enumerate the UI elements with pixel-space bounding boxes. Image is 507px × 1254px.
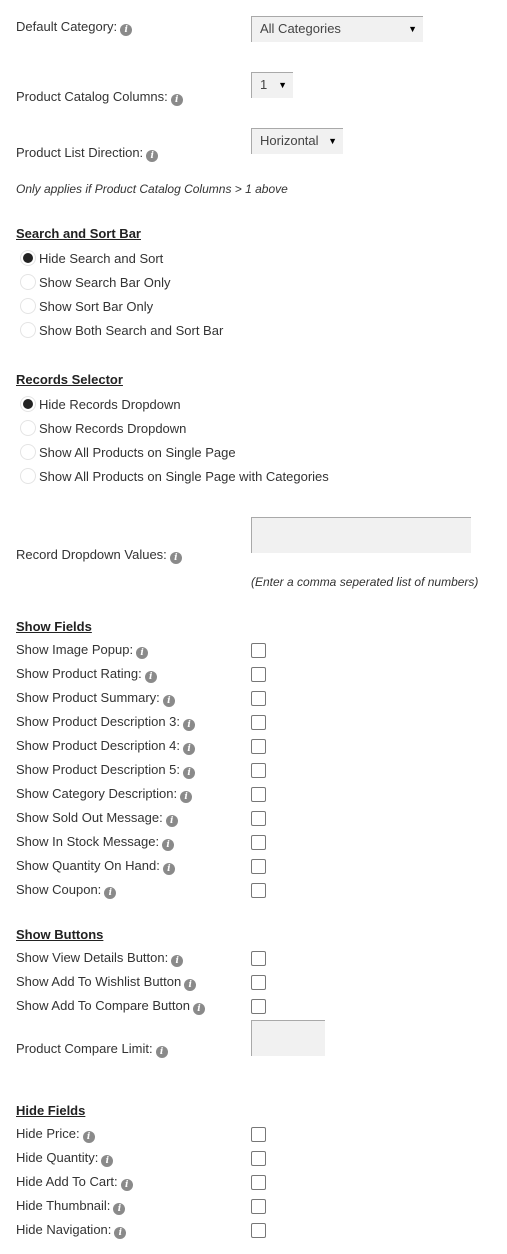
field-checkbox[interactable] bbox=[251, 643, 266, 658]
radio-label[interactable]: Show Sort Bar Only bbox=[39, 299, 153, 315]
info-icon[interactable]: i bbox=[114, 1227, 127, 1239]
field-checkbox[interactable] bbox=[251, 739, 266, 754]
info-icon[interactable]: i bbox=[101, 1155, 114, 1167]
record-dropdown-values-label: Record Dropdown Values: i bbox=[16, 547, 182, 564]
list-direction-select[interactable]: Horizontal ▼ bbox=[251, 128, 343, 154]
default-category-select[interactable]: All Categories ▼ bbox=[251, 16, 423, 42]
list-direction-label: Product List Direction: i bbox=[16, 145, 159, 162]
field-label: Hide Quantity: i bbox=[16, 1150, 114, 1167]
info-icon[interactable]: i bbox=[113, 1203, 126, 1215]
field-label: Show Category Description: i bbox=[16, 786, 193, 803]
info-icon[interactable]: i bbox=[184, 979, 197, 991]
field-label: Hide Price: i bbox=[16, 1126, 95, 1143]
field-checkbox[interactable] bbox=[251, 1223, 266, 1238]
product-compare-limit-label: Product Compare Limit: i bbox=[16, 1041, 168, 1058]
field-checkbox[interactable] bbox=[251, 883, 266, 898]
info-icon[interactable]: i bbox=[171, 955, 184, 967]
info-icon[interactable]: i bbox=[192, 1003, 205, 1015]
chevron-down-icon: ▼ bbox=[408, 24, 417, 34]
radio-label[interactable]: Hide Records Dropdown bbox=[39, 397, 181, 413]
field-label: Hide Navigation: i bbox=[16, 1222, 127, 1239]
field-checkbox[interactable] bbox=[251, 1151, 266, 1166]
radio-label[interactable]: Show All Products on Single Page with Ca… bbox=[39, 469, 329, 485]
records-radio[interactable] bbox=[20, 420, 36, 436]
field-label: Show Add To Compare Button i bbox=[16, 998, 205, 1015]
info-icon[interactable]: i bbox=[144, 671, 157, 683]
field-label: Hide Add To Cart: i bbox=[16, 1174, 133, 1191]
info-icon[interactable]: i bbox=[162, 839, 175, 851]
search-sort-radio[interactable] bbox=[20, 322, 36, 338]
search-sort-radio[interactable] bbox=[20, 298, 36, 314]
field-checkbox[interactable] bbox=[251, 1175, 266, 1190]
field-label: Show Product Summary: i bbox=[16, 690, 175, 707]
field-label: Hide Thumbnail: i bbox=[16, 1198, 126, 1215]
search-sort-radio[interactable] bbox=[20, 274, 36, 290]
info-icon[interactable]: i bbox=[183, 767, 196, 779]
catalog-columns-label: Product Catalog Columns: i bbox=[16, 89, 183, 106]
show-buttons-heading: Show Buttons bbox=[16, 927, 104, 942]
info-icon[interactable]: i bbox=[169, 552, 182, 564]
catalog-columns-select[interactable]: 1 ▼ bbox=[251, 72, 293, 98]
field-checkbox[interactable] bbox=[251, 1127, 266, 1142]
records-selector-heading: Records Selector bbox=[16, 372, 123, 387]
records-radio[interactable] bbox=[20, 396, 36, 412]
info-icon[interactable]: i bbox=[180, 791, 193, 803]
info-icon[interactable]: i bbox=[120, 24, 133, 36]
record-dropdown-values-input[interactable] bbox=[251, 517, 471, 553]
records-radio[interactable] bbox=[20, 468, 36, 484]
hide-fields-heading: Hide Fields bbox=[16, 1103, 86, 1118]
info-icon[interactable]: i bbox=[82, 1131, 95, 1143]
field-checkbox[interactable] bbox=[251, 715, 266, 730]
records-radio[interactable] bbox=[20, 444, 36, 460]
info-icon[interactable]: i bbox=[146, 150, 159, 162]
search-sort-heading: Search and Sort Bar bbox=[16, 226, 141, 241]
field-checkbox[interactable] bbox=[251, 835, 266, 850]
field-checkbox[interactable] bbox=[251, 787, 266, 802]
info-icon[interactable]: i bbox=[183, 719, 196, 731]
info-icon[interactable]: i bbox=[162, 695, 175, 707]
info-icon[interactable]: i bbox=[155, 1046, 168, 1058]
field-label: Show Sold Out Message: i bbox=[16, 810, 178, 827]
field-checkbox[interactable] bbox=[251, 811, 266, 826]
info-icon[interactable]: i bbox=[104, 887, 117, 899]
radio-label[interactable]: Show Records Dropdown bbox=[39, 421, 186, 437]
field-checkbox[interactable] bbox=[251, 975, 266, 990]
columns-note: Only applies if Product Catalog Columns … bbox=[16, 182, 288, 196]
info-icon[interactable]: i bbox=[136, 647, 149, 659]
radio-label[interactable]: Show Search Bar Only bbox=[39, 275, 171, 291]
record-dropdown-values-note: (Enter a comma seperated list of numbers… bbox=[251, 575, 479, 589]
field-label: Show Quantity On Hand: i bbox=[16, 858, 175, 875]
field-checkbox[interactable] bbox=[251, 999, 266, 1014]
field-checkbox[interactable] bbox=[251, 859, 266, 874]
info-icon[interactable]: i bbox=[170, 94, 183, 106]
field-checkbox[interactable] bbox=[251, 691, 266, 706]
radio-label[interactable]: Show Both Search and Sort Bar bbox=[39, 323, 223, 339]
chevron-down-icon: ▼ bbox=[278, 80, 287, 90]
field-label: Show In Stock Message: i bbox=[16, 834, 175, 851]
field-label: Show Product Description 3: i bbox=[16, 714, 196, 731]
chevron-down-icon: ▼ bbox=[328, 136, 337, 146]
radio-label[interactable]: Show All Products on Single Page bbox=[39, 445, 236, 461]
info-icon[interactable]: i bbox=[165, 815, 178, 827]
field-label: Show Image Popup: i bbox=[16, 642, 149, 659]
info-icon[interactable]: i bbox=[162, 863, 175, 875]
field-label: Show Product Description 5: i bbox=[16, 762, 196, 779]
info-icon[interactable]: i bbox=[183, 743, 196, 755]
field-checkbox[interactable] bbox=[251, 951, 266, 966]
field-checkbox[interactable] bbox=[251, 667, 266, 682]
radio-label[interactable]: Hide Search and Sort bbox=[39, 251, 163, 267]
field-checkbox[interactable] bbox=[251, 1199, 266, 1214]
info-icon[interactable]: i bbox=[120, 1179, 133, 1191]
field-label: Show Product Rating: i bbox=[16, 666, 157, 683]
search-sort-radio[interactable] bbox=[20, 250, 36, 266]
field-label: Show Add To Wishlist Button i bbox=[16, 974, 197, 991]
field-label: Show Product Description 4: i bbox=[16, 738, 196, 755]
default-category-label: Default Category: i bbox=[16, 19, 133, 36]
field-label: Show Coupon: i bbox=[16, 882, 117, 899]
product-compare-limit-input[interactable] bbox=[251, 1020, 325, 1056]
field-label: Show View Details Button: i bbox=[16, 950, 184, 967]
show-fields-heading: Show Fields bbox=[16, 619, 92, 634]
field-checkbox[interactable] bbox=[251, 763, 266, 778]
